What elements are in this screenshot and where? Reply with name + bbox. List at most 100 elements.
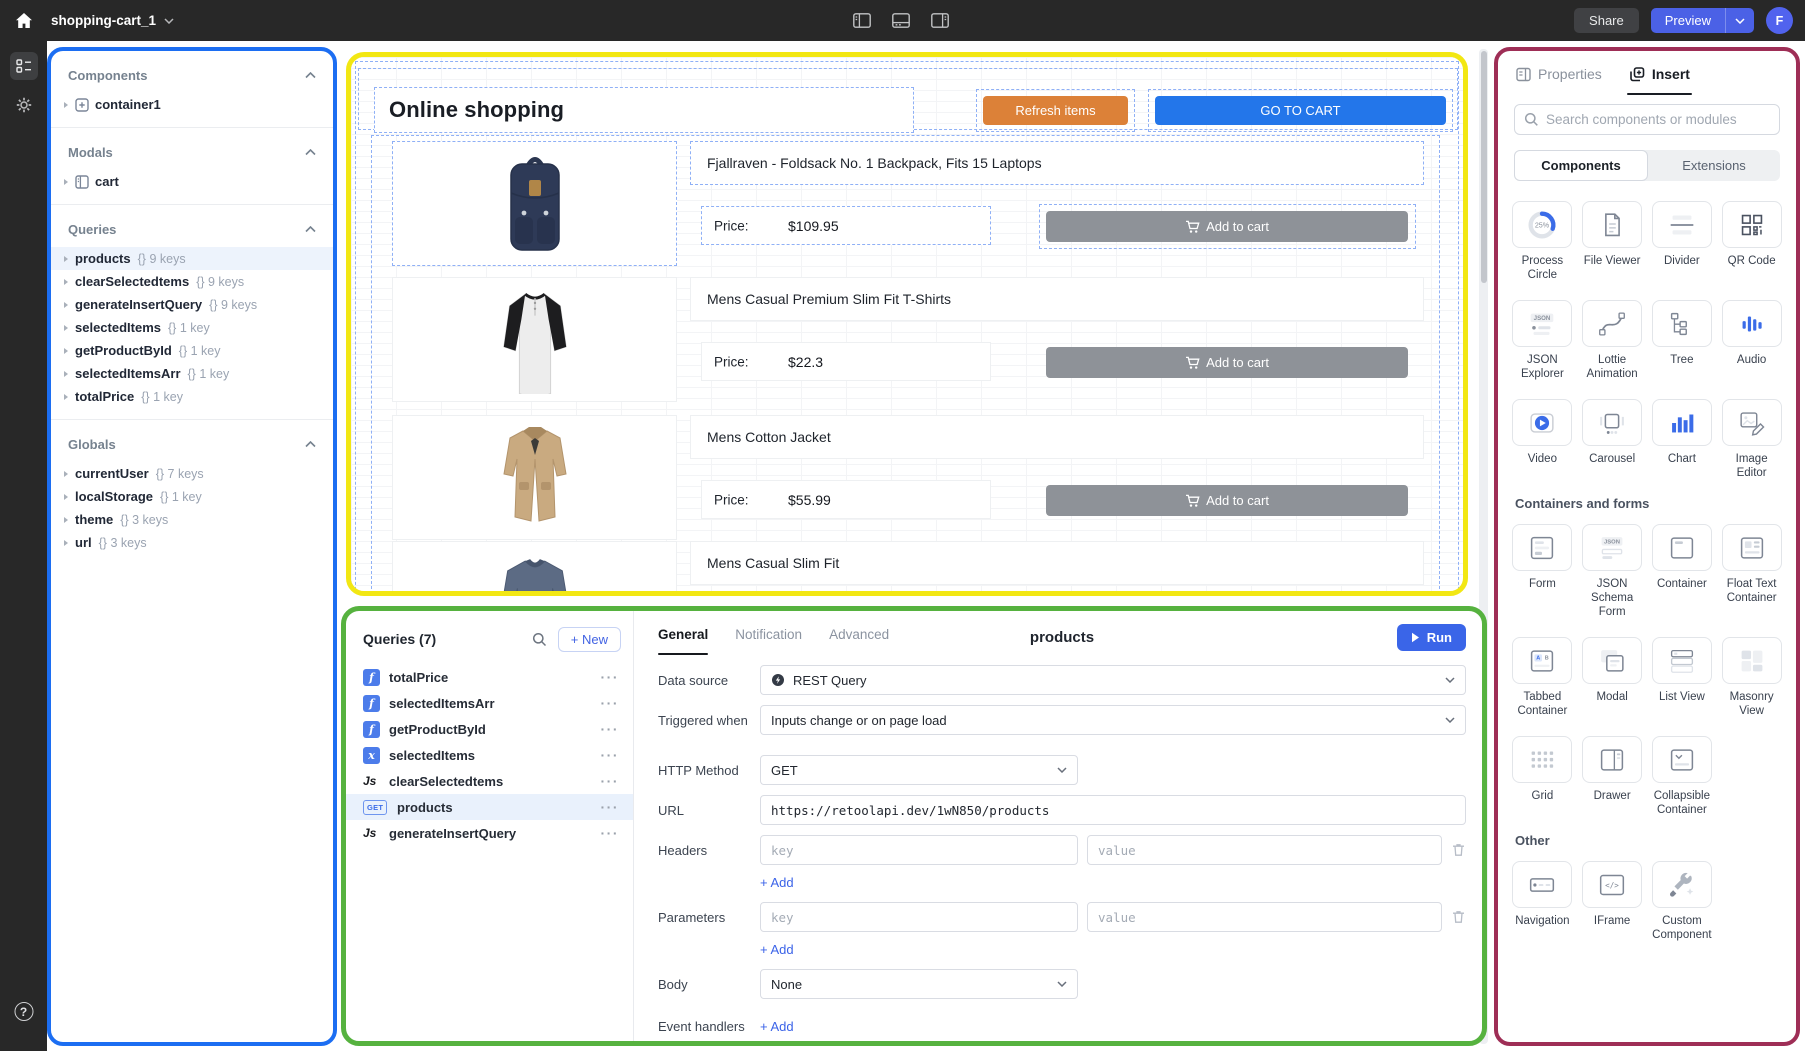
expand-caret-icon[interactable] [64, 179, 75, 185]
scrollbar-thumb[interactable] [1481, 51, 1487, 283]
explorer-item-url[interactable]: url{} 3 keys [51, 531, 333, 554]
run-query-button[interactable]: Run [1397, 624, 1466, 651]
add-to-cart-button[interactable]: Add to cart [1046, 211, 1408, 242]
expand-caret-icon[interactable] [64, 494, 75, 500]
query-item-getProductById[interactable]: fgetProductById··· [346, 716, 633, 742]
help-button[interactable]: ? [14, 1002, 33, 1021]
component-card-tabbed-container[interactable]: ABTabbed Container [1511, 637, 1574, 718]
parameter-key-input[interactable] [760, 902, 1078, 932]
tab-advanced[interactable]: Advanced [829, 619, 889, 655]
delete-header-icon[interactable] [1451, 842, 1466, 858]
component-card-lottie-animation[interactable]: Lottie Animation [1581, 300, 1644, 381]
component-search-input[interactable] [1546, 112, 1770, 127]
query-item-menu[interactable]: ··· [601, 699, 620, 707]
component-card-file-viewer[interactable]: File Viewer [1581, 201, 1644, 282]
add-header-link[interactable]: + Add [760, 875, 794, 890]
explorer-item-totalPrice[interactable]: totalPrice{} 1 key [51, 385, 333, 408]
component-card-container-box[interactable]: Container [1651, 524, 1714, 619]
component-tree-icon[interactable] [10, 52, 38, 80]
segment-extensions[interactable]: Extensions [1648, 150, 1780, 181]
explorer-item-selectedItemsArr[interactable]: selectedItemsArr{} 1 key [51, 362, 333, 385]
component-card-custom-component[interactable]: Custom Component [1651, 861, 1714, 942]
tab-insert[interactable]: Insert [1629, 66, 1690, 95]
chevron-up-icon[interactable] [305, 143, 316, 161]
header-key-input[interactable] [760, 835, 1078, 865]
explorer-item-currentUser[interactable]: currentUser{} 7 keys [51, 462, 333, 485]
section-header-components[interactable]: Components [51, 66, 333, 84]
refresh-items-button[interactable]: Refresh items [983, 96, 1128, 125]
component-card-carousel[interactable]: Carousel [1581, 399, 1644, 480]
component-card-process-circle[interactable]: 25%Process Circle [1511, 201, 1574, 282]
explorer-item-theme[interactable]: theme{} 3 keys [51, 508, 333, 531]
component-card-iframe[interactable]: </>IFrame [1581, 861, 1644, 942]
toggle-bottom-panel-icon[interactable] [892, 13, 910, 28]
expand-caret-icon[interactable] [64, 102, 75, 108]
toggle-left-panel-icon[interactable] [853, 13, 871, 28]
toggle-right-panel-icon[interactable] [931, 13, 949, 28]
query-item-menu[interactable]: ··· [601, 829, 620, 837]
tab-notification[interactable]: Notification [735, 619, 802, 655]
expand-caret-icon[interactable] [64, 256, 75, 262]
expand-caret-icon[interactable] [64, 302, 75, 308]
url-input[interactable] [760, 795, 1466, 825]
component-card-json-explorer[interactable]: JSONJSON Explorer [1511, 300, 1574, 381]
component-card-form[interactable]: Form [1511, 524, 1574, 619]
section-header-queries[interactable]: Queries [51, 220, 333, 238]
product-row[interactable]: Mens Casual Slim Fit [372, 541, 1439, 596]
title-component[interactable]: Online shopping [374, 87, 914, 133]
component-card-json-schema-form[interactable]: JSONJSON Schema Form [1581, 524, 1644, 619]
explorer-item-generateInsertQuery[interactable]: generateInsertQuery{} 9 keys [51, 293, 333, 316]
chevron-up-icon[interactable] [305, 220, 316, 238]
component-card-grid-box[interactable]: Grid [1511, 736, 1574, 817]
preview-button[interactable]: Preview [1651, 8, 1754, 33]
explorer-item-getProductById[interactable]: getProductById{} 1 key [51, 339, 333, 362]
expand-caret-icon[interactable] [64, 471, 75, 477]
component-card-modal-box[interactable]: Modal [1581, 637, 1644, 718]
query-item-selectedItemsArr[interactable]: fselectedItemsArr··· [346, 690, 633, 716]
component-card-navigation[interactable]: Navigation [1511, 861, 1574, 942]
preview-dropdown-chevron-icon[interactable] [1725, 8, 1754, 33]
expand-caret-icon[interactable] [64, 540, 75, 546]
query-item-menu[interactable]: ··· [601, 725, 620, 733]
product-list-view[interactable]: Fjallraven - Foldsack No. 1 Backpack, Fi… [371, 135, 1440, 596]
section-header-globals[interactable]: Globals [51, 435, 333, 453]
component-card-chart[interactable]: Chart [1651, 399, 1714, 480]
explorer-item-container1[interactable]: container1 [51, 93, 333, 116]
header-value-input[interactable] [1087, 835, 1442, 865]
add-parameter-link[interactable]: + Add [760, 942, 794, 957]
component-card-image-editor[interactable]: Image Editor [1720, 399, 1783, 480]
component-card-masonry-view[interactable]: Masonry View [1720, 637, 1783, 718]
chevron-up-icon[interactable] [305, 435, 316, 453]
tab-properties[interactable]: Properties [1516, 66, 1602, 95]
component-card-drawer[interactable]: Drawer [1581, 736, 1644, 817]
app-name[interactable]: shopping-cart_1 [51, 13, 156, 28]
component-card-video[interactable]: Video [1511, 399, 1574, 480]
body-select[interactable]: None [760, 969, 1078, 999]
product-row[interactable]: Fjallraven - Foldsack No. 1 Backpack, Fi… [372, 141, 1439, 277]
query-item-menu[interactable]: ··· [601, 751, 620, 759]
delete-parameter-icon[interactable] [1451, 909, 1466, 925]
add-event-handler-link[interactable]: + Add [760, 1019, 794, 1034]
app-menu-chevron-icon[interactable] [164, 18, 174, 24]
query-item-generateInsertQuery[interactable]: JsgenerateInsertQuery··· [346, 820, 633, 846]
expand-caret-icon[interactable] [64, 517, 75, 523]
query-item-totalPrice[interactable]: ftotalPrice··· [346, 664, 633, 690]
explorer-item-cart[interactable]: cart [51, 170, 333, 193]
expand-caret-icon[interactable] [64, 325, 75, 331]
go-to-cart-button[interactable]: GO TO CART [1155, 96, 1446, 125]
add-to-cart-button[interactable]: Add to cart [1046, 485, 1408, 516]
component-search[interactable] [1514, 104, 1780, 135]
expand-caret-icon[interactable] [64, 394, 75, 400]
avatar[interactable]: F [1766, 7, 1793, 34]
share-button[interactable]: Share [1574, 8, 1639, 33]
add-to-cart-button[interactable]: Add to cart [1046, 347, 1408, 378]
data-source-select[interactable]: REST Query [760, 665, 1466, 695]
segment-components[interactable]: Components [1514, 150, 1648, 181]
explorer-item-localStorage[interactable]: localStorage{} 1 key [51, 485, 333, 508]
header-container[interactable]: Online shopping Refresh items GO TO CART [358, 68, 1458, 130]
component-card-float-text-container[interactable]: Float Text Container [1720, 524, 1783, 619]
chevron-up-icon[interactable] [305, 66, 316, 84]
preview-label[interactable]: Preview [1651, 8, 1725, 33]
triggered-when-select[interactable]: Inputs change or on page load [760, 705, 1466, 735]
component-card-divider[interactable]: Divider [1651, 201, 1714, 282]
